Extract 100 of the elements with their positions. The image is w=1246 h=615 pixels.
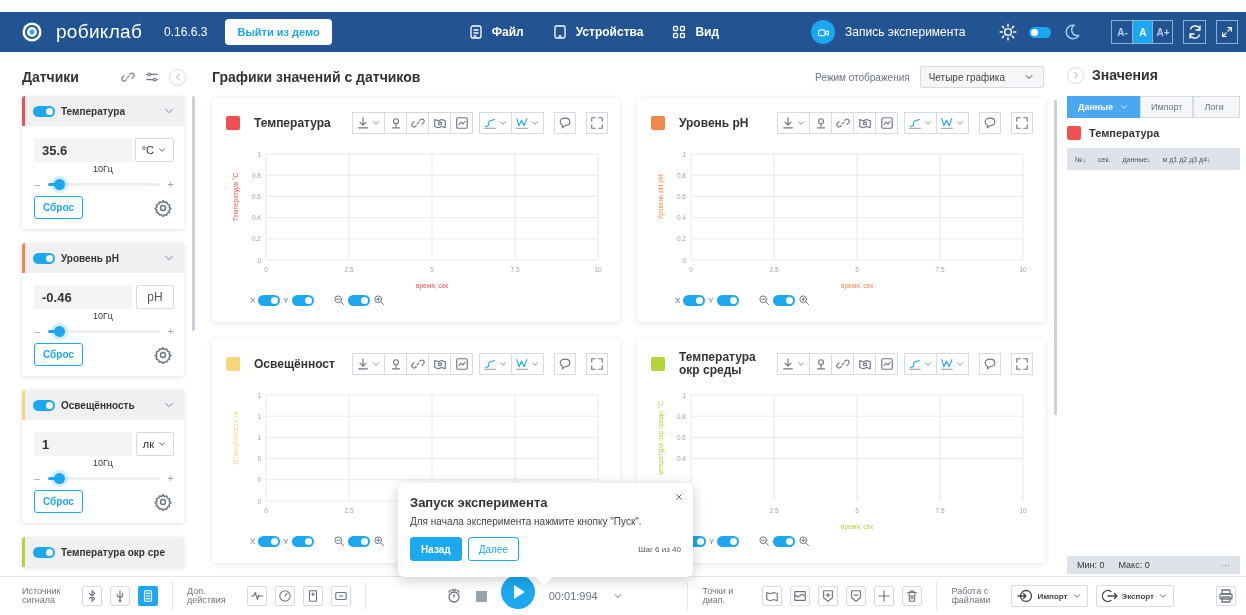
y-axis-toggle[interactable] xyxy=(291,535,314,547)
close-icon[interactable] xyxy=(674,492,684,502)
comment-button[interactable] xyxy=(554,353,576,375)
values-tab[interactable]: Логи xyxy=(1193,96,1240,118)
fullscreen-button[interactable] xyxy=(1215,20,1238,44)
map-button[interactable] xyxy=(762,586,783,606)
caret-icon xyxy=(796,359,806,369)
y-axis-toggle[interactable] xyxy=(291,294,314,306)
sensor-header[interactable]: Освещённость xyxy=(22,390,184,420)
remove-marker-button[interactable] xyxy=(846,586,867,606)
fullscreen-button[interactable] xyxy=(586,112,608,134)
unit-select[interactable]: pH xyxy=(136,285,174,309)
refresh-button[interactable] xyxy=(1183,20,1206,44)
y-axis-toggle[interactable] xyxy=(717,535,740,547)
settings-sliders-icon[interactable] xyxy=(145,70,159,84)
comment-button[interactable] xyxy=(979,353,1001,375)
reset-button[interactable]: Сброс xyxy=(34,196,83,219)
comment-button[interactable] xyxy=(979,112,1001,134)
back-button[interactable]: Назад xyxy=(410,537,462,561)
menu-item[interactable]: Устройства xyxy=(551,24,644,40)
values-tab[interactable]: Данные xyxy=(1067,96,1140,118)
usb-button[interactable] xyxy=(110,586,130,606)
font-size-button[interactable]: A+ xyxy=(1152,21,1173,43)
wave-icon xyxy=(515,116,529,130)
sensor-header[interactable]: Температура окр сре xyxy=(22,537,184,567)
unit-select[interactable]: °C xyxy=(134,138,174,162)
import-button[interactable]: Импорт xyxy=(1011,585,1088,607)
settings-icon[interactable] xyxy=(154,198,172,217)
battery-button[interactable] xyxy=(331,586,351,606)
speech-bubble-icon xyxy=(983,357,997,371)
pulse-button[interactable] xyxy=(247,586,267,606)
print-button[interactable] xyxy=(1216,586,1236,606)
reset-button[interactable]: Сброс xyxy=(34,343,83,366)
sun-icon xyxy=(999,23,1018,41)
trash-button[interactable] xyxy=(902,586,923,606)
timer-icon[interactable] xyxy=(445,588,462,604)
link-button[interactable] xyxy=(831,113,853,133)
slider-thumb[interactable] xyxy=(54,325,66,337)
sensor-toggle[interactable] xyxy=(33,105,55,117)
zoom-toggle[interactable] xyxy=(347,294,370,306)
sensor-toggle[interactable] xyxy=(33,252,55,264)
device-button[interactable] xyxy=(138,586,158,606)
minus-sign[interactable]: – xyxy=(34,472,41,484)
sensor-header[interactable]: Температура xyxy=(22,96,184,126)
memory-card-button[interactable] xyxy=(303,586,323,606)
unit-select[interactable]: лк xyxy=(135,432,174,456)
sensor-toggle[interactable] xyxy=(33,546,55,558)
slider-thumb[interactable] xyxy=(54,472,66,484)
map-icon xyxy=(857,116,872,130)
settings-icon[interactable] xyxy=(154,345,172,364)
zoom-toggle[interactable] xyxy=(772,294,795,306)
menu-item[interactable]: Вид xyxy=(671,24,720,40)
link-icon[interactable] xyxy=(121,70,135,84)
y-axis-toggle[interactable] xyxy=(716,294,739,306)
range-icon xyxy=(793,589,808,603)
sensor-header[interactable]: Уровень pH xyxy=(22,243,184,273)
plus-sign[interactable]: + xyxy=(167,325,174,337)
fullscreen-button[interactable] xyxy=(586,353,608,375)
values-tab[interactable]: Импорт xyxy=(1140,96,1194,118)
play-button[interactable] xyxy=(500,575,535,609)
next-button[interactable]: Далее xyxy=(467,537,519,561)
reset-button[interactable]: Сброс xyxy=(34,490,83,513)
zoom-toggle[interactable] xyxy=(347,535,370,547)
link-button[interactable] xyxy=(406,354,428,374)
gauge-button[interactable] xyxy=(275,586,295,606)
bluetooth-button[interactable] xyxy=(82,586,102,606)
fullscreen-button[interactable] xyxy=(1011,353,1033,375)
mode-select[interactable]: Четыре графика xyxy=(919,66,1044,88)
stop-button[interactable] xyxy=(475,590,487,602)
fullscreen-button[interactable] xyxy=(1011,112,1033,134)
x-axis-toggle[interactable] xyxy=(258,294,281,306)
zoom-out-icon xyxy=(757,294,770,306)
plus-sign[interactable]: + xyxy=(167,178,174,190)
record-button[interactable]: Запись эксперимента xyxy=(811,20,966,44)
minus-sign[interactable]: – xyxy=(34,178,41,190)
sensor-name: Температура xyxy=(61,105,126,117)
link-button[interactable] xyxy=(831,354,853,374)
export-button[interactable]: Экспорт xyxy=(1095,585,1174,607)
range-button[interactable] xyxy=(790,586,811,606)
fullscreen-icon xyxy=(590,116,604,130)
font-size-button[interactable]: A- xyxy=(1112,21,1133,43)
menu-item[interactable]: Файл xyxy=(467,24,524,40)
plus-sign[interactable]: + xyxy=(167,472,174,484)
more-button[interactable]: ··· xyxy=(1221,560,1230,570)
x-axis-toggle[interactable] xyxy=(258,535,281,547)
font-size-button[interactable]: A xyxy=(1132,21,1153,43)
settings-icon[interactable] xyxy=(154,492,172,511)
line-chart-icon xyxy=(908,116,922,130)
zoom-out-icon xyxy=(332,294,345,306)
zoom-toggle[interactable] xyxy=(773,535,796,547)
theme-toggle[interactable] xyxy=(1029,26,1052,38)
minus-sign[interactable]: – xyxy=(34,325,41,337)
link-button[interactable] xyxy=(406,113,428,133)
x-axis-toggle[interactable] xyxy=(683,294,706,306)
crosshair-button[interactable] xyxy=(874,586,895,606)
comment-button[interactable] xyxy=(554,112,576,134)
add-marker-button[interactable] xyxy=(818,586,839,606)
slider-thumb[interactable] xyxy=(54,178,66,190)
exit-demo-button[interactable]: Выйти из демо xyxy=(225,19,332,45)
sensor-toggle[interactable] xyxy=(33,399,55,411)
